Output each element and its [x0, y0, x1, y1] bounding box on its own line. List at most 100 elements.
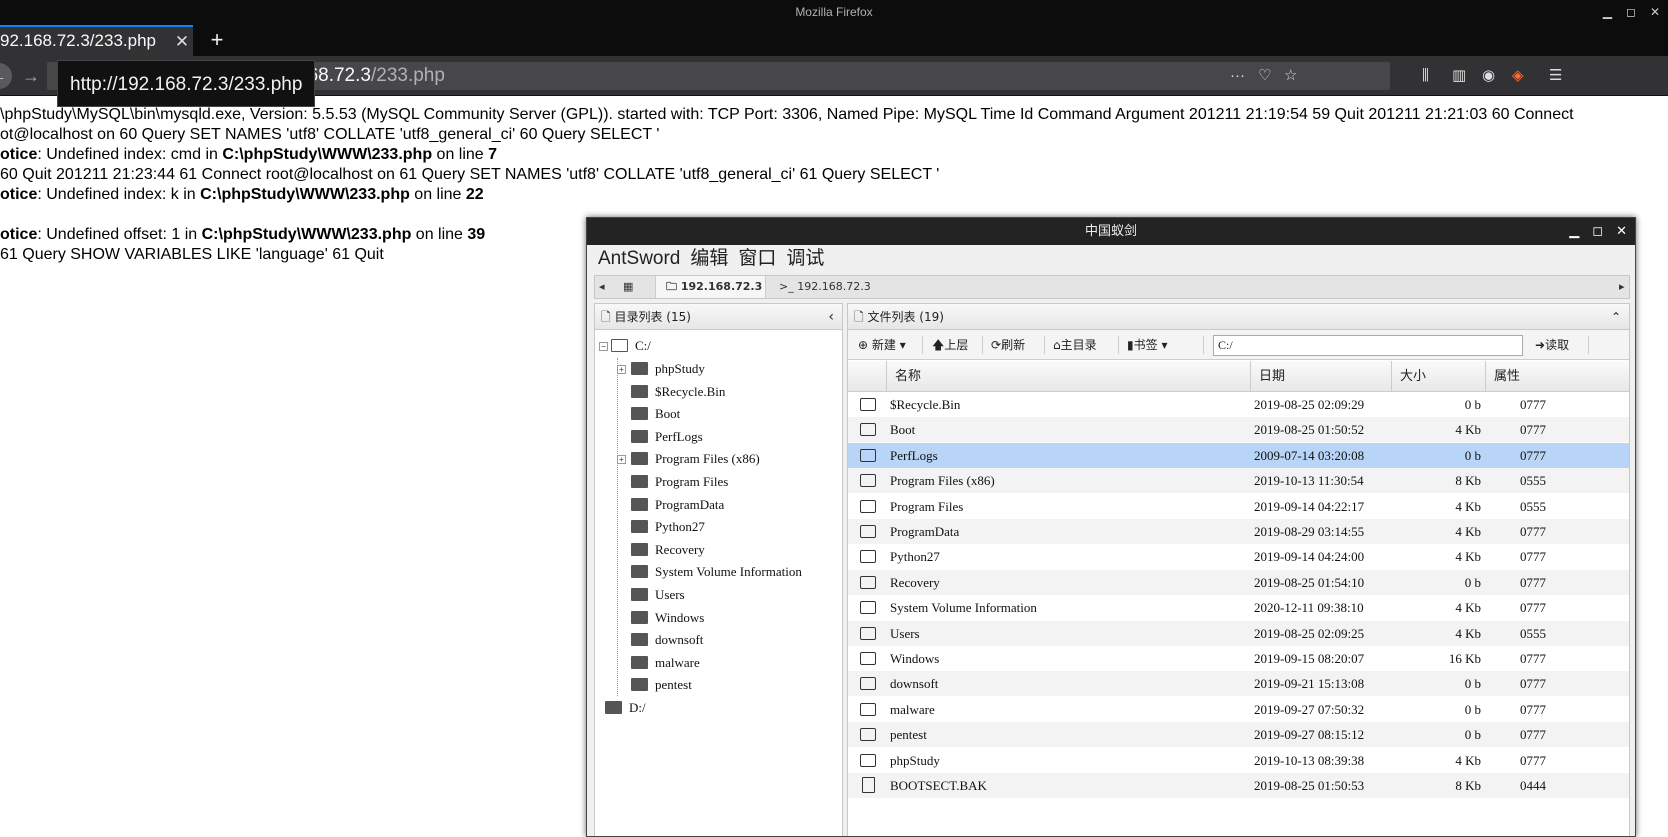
folder-icon [860, 550, 876, 564]
forward-button[interactable]: → [18, 63, 44, 89]
minimize-button[interactable]: ▁ [1603, 0, 1612, 24]
file-row[interactable]: PerfLogs 2009-07-14 03:20:08 0 b 0777 [848, 442, 1629, 468]
menu-edit[interactable]: 编辑 [690, 245, 728, 272]
collapse-toggle[interactable]: − [599, 342, 608, 351]
file-row[interactable]: Python27 2019-09-14 04:24:00 4 Kb 0777 [848, 544, 1629, 570]
collapse-icon[interactable]: ‹ [828, 304, 834, 330]
cell-attr: 0777 [1520, 752, 1546, 768]
tree-node[interactable]: D:/ [605, 696, 646, 720]
tab-terminal[interactable]: >_ 192.168.72.3✕ [771, 276, 881, 316]
expand-toggle[interactable]: + [617, 365, 626, 374]
cell-size: 0 b [1464, 397, 1481, 412]
tab-home-icon[interactable]: ▦ [617, 276, 653, 298]
tree-node[interactable]: Boot [631, 402, 680, 426]
cell-size: 4 Kb [1455, 625, 1481, 641]
menu-debug[interactable]: 调试 [786, 245, 824, 272]
file-row[interactable]: Boot 2019-08-25 01:50:52 4 Kb 0777 [848, 417, 1629, 443]
expand-toggle[interactable]: + [617, 455, 626, 465]
tab-close-icon[interactable]: ✕ [172, 32, 192, 52]
close-window-button[interactable]: ✕ [1650, 0, 1660, 24]
column-size[interactable]: 大小 [1391, 361, 1485, 392]
menu-icon[interactable]: ☰ [1549, 62, 1562, 90]
bookmark-button-label: 书签 [1133, 338, 1158, 352]
file-row[interactable]: ProgramData 2019-08-29 03:14:55 4 Kb 0777 [848, 519, 1629, 544]
tree-node[interactable]: downsoft [631, 628, 703, 652]
tab-file-manager[interactable]: 🗀 192.168.72.3✕ [655, 276, 766, 316]
tree-node[interactable]: Program Files (x86) [631, 447, 760, 471]
tree-node[interactable]: System Volume Information [631, 560, 802, 584]
tree-node-label: Program Files [655, 474, 729, 489]
browser-tab[interactable]: 92.168.72.3/233.php ✕ [0, 25, 193, 56]
account-icon[interactable]: ◉ [1482, 62, 1495, 90]
tree-node-label: Boot [655, 406, 681, 422]
library-icon[interactable]: ⫼ [1422, 62, 1429, 90]
firefox-window: Mozilla Firefox ▁ ◻ ✕ 92.168.72.3/233.ph… [0, 0, 1668, 837]
tree-guide-line [617, 358, 618, 696]
tab-scroll-left-icon[interactable]: ◂ [595, 276, 605, 298]
column-name[interactable]: 名称 [886, 361, 1250, 392]
cell-size: 0 b [1464, 574, 1481, 590]
sidebar-icon[interactable]: ▥ [1452, 62, 1466, 90]
tree-node[interactable]: $Recycle.Bin [631, 380, 725, 404]
tree-node[interactable]: phpStudy [631, 357, 705, 381]
menu-window[interactable]: 窗口 [738, 245, 776, 272]
tree-node[interactable]: Windows [631, 606, 704, 630]
maximize-button[interactable]: ◻ [1626, 0, 1636, 24]
file-row[interactable]: $Recycle.Bin 2019-08-25 02:09:29 0 b 0777 [848, 392, 1629, 417]
up-button[interactable]: 🡅上层 [932, 330, 968, 360]
ant-maximize-button[interactable]: ◻ [1592, 218, 1603, 245]
menu-antsword[interactable]: AntSword [598, 245, 680, 272]
tab-scroll-right-icon[interactable]: ▸ [1615, 276, 1625, 298]
file-row[interactable]: System Volume Information 2020-12-11 09:3… [848, 595, 1629, 621]
file-row[interactable]: Program Files (x86) 2019-10-13 11:30:54 8 … [848, 468, 1629, 494]
cell-size: 4 Kb [1455, 498, 1481, 514]
notice-text: : Undefined index: k in [37, 186, 201, 203]
file-icon [862, 777, 875, 793]
cell-date: 2019-08-25 01:50:53 [1254, 778, 1365, 793]
folder-icon [860, 601, 876, 615]
page-actions-icon[interactable]: ··· [1230, 62, 1245, 90]
file-row[interactable]: Users 2019-08-25 02:09:25 4 Kb 0555 [848, 620, 1629, 646]
toolbar-divider [1044, 336, 1045, 354]
bookmark-button[interactable]: ▮书签 ▾ [1127, 330, 1167, 360]
bookmark-star-icon[interactable]: ☆ [1284, 62, 1297, 90]
cell-size: 8 Kb [1455, 473, 1481, 489]
tree-node[interactable]: malware [631, 651, 700, 675]
tree-node[interactable]: Users [631, 583, 685, 607]
file-row[interactable]: Program Files 2019-09-14 04:22:17 4 Kb 0555 [848, 493, 1629, 519]
file-row[interactable]: phpStudy 2019-10-13 08:39:38 4 Kb 0777 [848, 747, 1629, 773]
extension-icon[interactable]: ◈ [1512, 62, 1524, 90]
column-date[interactable]: 日期 [1250, 361, 1391, 392]
tree-node[interactable]: Python27 [631, 515, 705, 539]
tree-node[interactable]: ProgramData [631, 493, 724, 517]
back-button[interactable]: ← [0, 63, 12, 89]
file-row[interactable]: malware 2019-09-27 07:50:32 0 b 0777 [848, 696, 1629, 722]
new-button[interactable]: ⊕ 新建 ▾ [858, 330, 906, 360]
file-row[interactable]: Windows 2019-09-15 08:20:07 16 Kb 0777 [848, 646, 1629, 671]
path-input[interactable]: C:/ [1213, 335, 1523, 356]
new-tab-button[interactable]: + [205, 25, 229, 56]
refresh-button[interactable]: ⟳刷新 [991, 330, 1025, 360]
cell-attr: 0777 [1520, 600, 1546, 616]
column-attr[interactable]: 属性 [1485, 361, 1579, 392]
file-row[interactable]: BOOTSECT.BAK 2019-08-25 01:50:53 8 Kb 0444 [848, 773, 1629, 798]
ant-close-button[interactable]: ✕ [1616, 218, 1627, 245]
file-row[interactable]: downsoft 2019-09-21 15:13:08 0 b 0777 [848, 671, 1629, 697]
cell-name: PerfLogs [890, 447, 938, 463]
folder-icon [860, 575, 876, 589]
folder-icon [631, 610, 648, 624]
home-button[interactable]: ⌂主目录 [1053, 330, 1097, 360]
cell-attr: 0777 [1520, 422, 1546, 438]
pocket-icon[interactable]: ♡ [1258, 62, 1271, 90]
tree-node[interactable]: Program Files [631, 470, 728, 494]
tree-node[interactable]: PerfLogs [631, 425, 703, 449]
collapse-up-icon[interactable]: ⌃ [1611, 304, 1621, 330]
read-button-label: 读取 [1545, 338, 1570, 352]
tree-node[interactable]: C:/ [611, 334, 651, 358]
read-button[interactable]: ➜读取 [1535, 330, 1569, 360]
file-row[interactable]: Recovery 2019-08-25 01:54:10 0 b 0777 [848, 569, 1629, 595]
ant-minimize-button[interactable]: ▁ [1569, 218, 1579, 245]
tree-node[interactable]: Recovery [631, 538, 705, 562]
tree-node[interactable]: pentest [631, 673, 692, 697]
file-row[interactable]: pentest 2019-09-27 08:15:12 0 b 0777 [848, 722, 1629, 748]
